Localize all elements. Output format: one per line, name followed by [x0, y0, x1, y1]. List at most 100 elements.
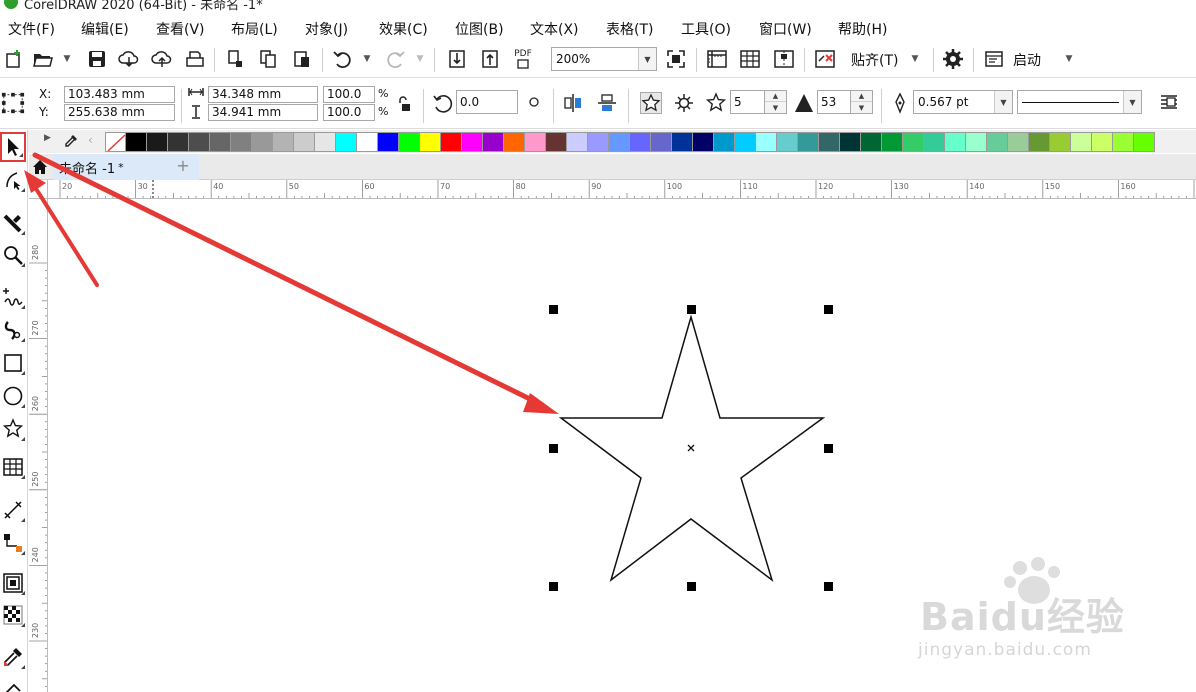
palette-scroll-left-icon[interactable]: ▶ — [44, 133, 51, 143]
rectangle-tool[interactable] — [0, 348, 26, 378]
palette-swatch[interactable] — [861, 132, 882, 152]
palette-swatch[interactable] — [924, 132, 945, 152]
mirror-horizontal-icon[interactable] — [561, 91, 585, 115]
palette-swatch[interactable] — [651, 132, 672, 152]
add-document-tab-button[interactable]: + — [174, 158, 192, 176]
cut-icon[interactable] — [223, 47, 247, 71]
table-tool[interactable] — [0, 452, 26, 482]
palette-swatch[interactable] — [1134, 132, 1155, 152]
palette-swatch[interactable] — [1113, 132, 1134, 152]
menu-bitmaps[interactable]: 位图(B) — [455, 19, 504, 39]
options-gear-icon[interactable] — [941, 47, 965, 71]
launch-label[interactable]: 启动 — [1013, 50, 1041, 70]
export-cloud-icon[interactable] — [150, 47, 174, 71]
no-color-swatch[interactable] — [105, 132, 126, 152]
palette-swatch[interactable] — [546, 132, 567, 152]
new-document-icon[interactable] — [2, 47, 26, 71]
zoom-level-combo[interactable]: 200% ▼ — [551, 47, 657, 71]
horizontal-ruler[interactable]: 203040506070809010011012013014015016017 — [48, 180, 1196, 199]
palette-swatch[interactable] — [819, 132, 840, 152]
menu-object[interactable]: 对象(J) — [305, 19, 348, 39]
palette-swatch[interactable] — [294, 132, 315, 152]
palette-swatch[interactable] — [189, 132, 210, 152]
menu-help[interactable]: 帮助(H) — [838, 19, 887, 39]
palette-swatch[interactable] — [336, 132, 357, 152]
show-rulers-icon[interactable] — [705, 47, 729, 71]
palette-swatch[interactable] — [609, 132, 630, 152]
undo-icon[interactable] — [331, 47, 355, 71]
palette-swatch[interactable] — [714, 132, 735, 152]
menu-view[interactable]: 查看(V) — [156, 19, 205, 39]
palette-swatch[interactable] — [1071, 132, 1092, 152]
pick-tool[interactable] — [0, 132, 26, 162]
palette-swatch[interactable] — [1029, 132, 1050, 152]
palette-swatch[interactable] — [777, 132, 798, 152]
palette-swatch[interactable] — [1008, 132, 1029, 152]
contour-tool[interactable] — [0, 568, 26, 598]
y-position-input[interactable]: 255.638 mm — [64, 104, 175, 121]
palette-swatch[interactable] — [504, 132, 525, 152]
color-eyedropper-tool[interactable] — [0, 642, 26, 672]
palette-swatch[interactable] — [399, 132, 420, 152]
outline-width-combo[interactable]: 0.567 pt ▼ — [913, 90, 1013, 114]
text-wrap-icon[interactable] — [1157, 91, 1181, 115]
show-grid-icon[interactable] — [738, 47, 762, 71]
parallel-dimension-tool[interactable] — [0, 495, 26, 525]
menu-file[interactable]: 文件(F) — [8, 19, 55, 39]
undo-dropdown-icon[interactable]: ▼ — [361, 52, 373, 66]
palette-swatch[interactable] — [588, 132, 609, 152]
palette-swatch[interactable] — [840, 132, 861, 152]
palette-swatch[interactable] — [252, 132, 273, 152]
star-points-input[interactable]: 5 — [730, 90, 765, 114]
palette-swatch[interactable] — [315, 132, 336, 152]
palette-swatch[interactable] — [735, 132, 756, 152]
width-input[interactable]: 34.348 mm — [208, 86, 318, 103]
zoom-dropdown-icon[interactable]: ▼ — [638, 48, 656, 70]
palette-swatch[interactable] — [273, 132, 294, 152]
x-position-input[interactable]: 103.483 mm — [64, 86, 175, 103]
palette-swatch[interactable] — [420, 132, 441, 152]
palette-swatch[interactable] — [525, 132, 546, 152]
artistic-media-tool[interactable] — [0, 315, 26, 345]
menu-tools[interactable]: 工具(O) — [681, 19, 731, 39]
star-shape-icon[interactable] — [639, 91, 663, 115]
palette-swatch[interactable] — [378, 132, 399, 152]
print-icon[interactable] — [183, 47, 207, 71]
palette-back-icon[interactable]: ‹ — [88, 133, 93, 147]
paste-icon[interactable] — [290, 47, 314, 71]
palette-swatch[interactable] — [987, 132, 1008, 152]
crop-knife-tool[interactable] — [0, 208, 26, 238]
freehand-tool[interactable] — [0, 282, 26, 312]
shape-tool[interactable] — [0, 165, 26, 195]
open-folder-icon[interactable] — [31, 47, 55, 71]
launch-window-icon[interactable] — [982, 47, 1006, 71]
lock-ratio-icon[interactable] — [394, 92, 414, 116]
palette-swatch[interactable] — [798, 132, 819, 152]
palette-swatch[interactable] — [168, 132, 189, 152]
palette-swatch[interactable] — [945, 132, 966, 152]
show-guidelines-icon[interactable] — [772, 47, 796, 71]
palette-swatch[interactable] — [756, 132, 777, 152]
mirror-vertical-icon[interactable] — [595, 91, 619, 115]
palette-swatch[interactable] — [693, 132, 714, 152]
sharpness-input[interactable]: 53 — [817, 90, 851, 114]
polygon-star-tool[interactable] — [0, 414, 26, 444]
palette-swatch[interactable] — [882, 132, 903, 152]
scale-height-input[interactable]: 100.0 — [323, 104, 375, 121]
palette-swatch[interactable] — [231, 132, 252, 152]
palette-swatch[interactable] — [903, 132, 924, 152]
palette-swatch[interactable] — [567, 132, 588, 152]
vertical-ruler[interactable]: 280 270 260 250 240 230 — [29, 199, 48, 692]
menu-text[interactable]: 文本(X) — [530, 19, 579, 39]
import-icon[interactable] — [445, 47, 469, 71]
welcome-home-tab[interactable] — [29, 154, 51, 180]
star-points-stepper[interactable]: ▲ ▼ — [765, 90, 787, 114]
full-screen-icon[interactable] — [664, 47, 688, 71]
eyedropper-icon[interactable] — [60, 130, 82, 152]
scale-width-input[interactable]: 100.0 — [323, 86, 375, 103]
palette-swatch[interactable] — [630, 132, 651, 152]
line-style-dropdown-icon[interactable]: ▼ — [1123, 91, 1141, 113]
rotation-angle-input[interactable]: 0.0 — [456, 90, 518, 114]
palette-swatch[interactable] — [126, 132, 147, 152]
palette-swatch[interactable] — [1050, 132, 1071, 152]
